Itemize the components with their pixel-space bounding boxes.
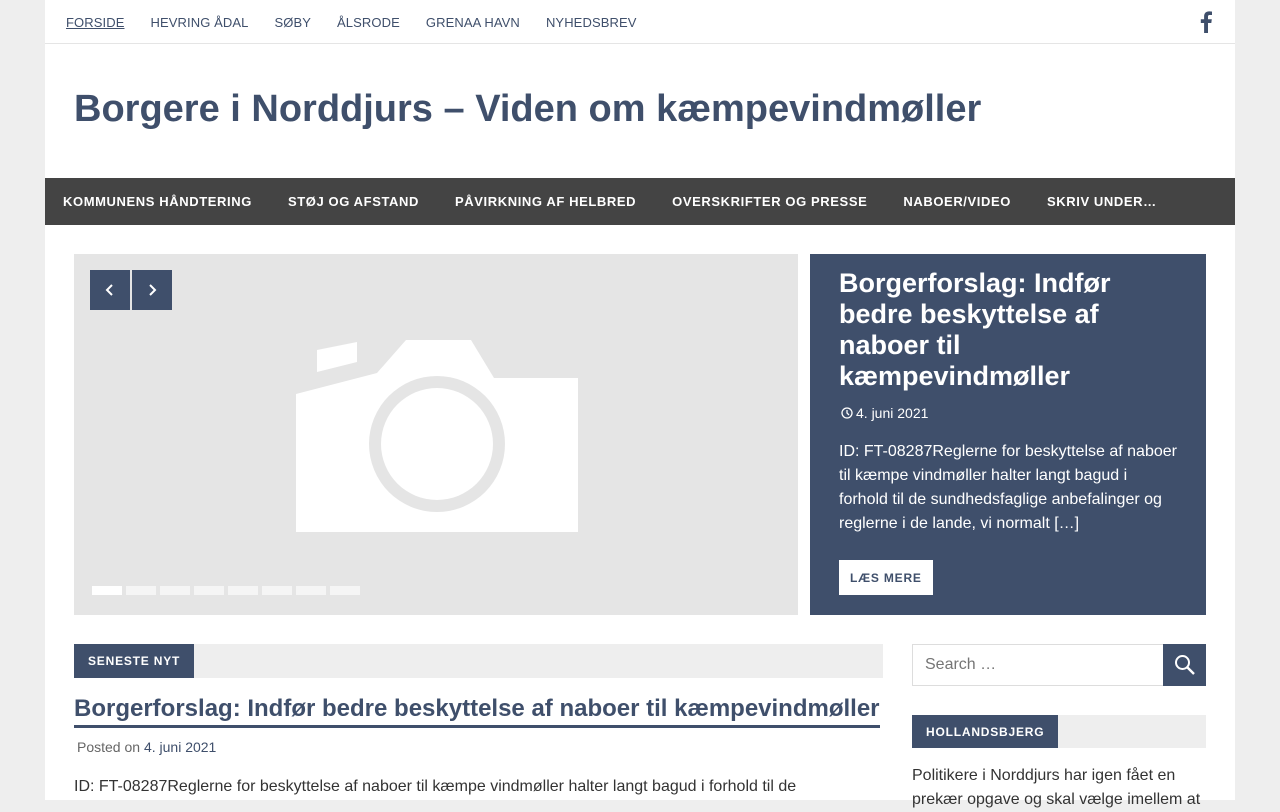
- main-navigation: Kommunens håndtering Støj og afstand Påv…: [45, 178, 1235, 225]
- slide-content: Borgerforslag: Indfør bedre beskyttelse …: [810, 254, 1206, 615]
- topnav-item-soby[interactable]: Søby: [275, 15, 312, 30]
- search-form: [912, 644, 1206, 686]
- posted-on-label: Posted on: [77, 739, 141, 755]
- slider-dot[interactable]: [126, 586, 156, 595]
- page: Forside Hevring Ådal Søby Ålsrode Grenaa…: [45, 0, 1235, 808]
- site-title[interactable]: Borgere i Norddjurs – Viden om kæmpevind…: [74, 88, 981, 131]
- slide-date: 4. juni 2021: [841, 405, 928, 421]
- featured-slider: Borgerforslag: Indfør bedre beskyttelse …: [74, 254, 1206, 615]
- camera-placeholder-icon: [296, 340, 578, 532]
- slider-prev-button[interactable]: [90, 270, 130, 310]
- topnav-item-hevring-adal[interactable]: Hevring Ådal: [150, 15, 248, 30]
- post-date-link[interactable]: 4. juni 2021: [144, 739, 216, 755]
- post-title[interactable]: Borgerforslag: Indfør bedre beskyttelse …: [74, 695, 880, 728]
- slider-dot[interactable]: [262, 586, 292, 595]
- topnav-item-alsrode[interactable]: Ålsrode: [337, 15, 400, 30]
- widget-header: Hollandsbjerg: [912, 715, 1206, 748]
- slider-pagination: [92, 586, 364, 595]
- post-excerpt: ID: FT-08287Reglerne for beskyttelse af …: [74, 778, 797, 795]
- mainnav-item-skriv-under[interactable]: Skriv under…: [1029, 194, 1175, 209]
- widget-label: Hollandsbjerg: [912, 715, 1059, 748]
- slider-dot[interactable]: [160, 586, 190, 595]
- top-bar: Forside Hevring Ådal Søby Ålsrode Grenaa…: [45, 0, 1235, 44]
- search-icon: [1175, 655, 1195, 675]
- mainnav-item-naboer-video[interactable]: Naboer/video: [885, 194, 1029, 209]
- mainnav-item-kommunens-handtering[interactable]: Kommunens håndtering: [45, 194, 270, 209]
- slide-image[interactable]: [74, 254, 798, 615]
- mainnav-item-pavirkning-af-helbred[interactable]: Påvirkning af helbred: [437, 194, 654, 209]
- topnav-item-forside[interactable]: Forside: [66, 15, 124, 30]
- clock-icon: [841, 407, 853, 419]
- search-input[interactable]: [912, 644, 1164, 686]
- latest-news-label: Seneste nyt: [74, 644, 195, 678]
- facebook-icon[interactable]: [1199, 11, 1213, 33]
- search-button[interactable]: [1163, 644, 1206, 686]
- slider-dot[interactable]: [296, 586, 326, 595]
- slide-title[interactable]: Borgerforslag: Indfør bedre beskyttelse …: [839, 268, 1169, 392]
- post-meta: Posted on 4. juni 2021: [77, 739, 216, 755]
- latest-news-header: Seneste nyt: [74, 644, 883, 678]
- slide-excerpt: ID: FT-08287Reglerne for beskyttelse af …: [839, 443, 1177, 532]
- mainnav-item-overskrifter-og-presse[interactable]: Overskrifter og presse: [654, 194, 885, 209]
- slider-dot[interactable]: [194, 586, 224, 595]
- topnav-item-nyhedsbrev[interactable]: Nyhedsbrev: [546, 15, 637, 30]
- slider-dot[interactable]: [330, 586, 360, 595]
- topnav-item-grenaa-havn[interactable]: Grenaa Havn: [426, 15, 520, 30]
- slider-next-button[interactable]: [132, 270, 172, 310]
- slider-dot[interactable]: [228, 586, 258, 595]
- read-more-button[interactable]: Læs mere: [839, 560, 933, 595]
- top-navigation: Forside Hevring Ådal Søby Ålsrode Grenaa…: [66, 0, 663, 44]
- widget-text: Politikere i Norddjurs har igen fået en …: [912, 767, 1201, 808]
- slider-dot[interactable]: [92, 586, 122, 595]
- chevron-right-icon: [149, 284, 157, 296]
- slide-date-text[interactable]: 4. juni 2021: [856, 405, 928, 421]
- mainnav-item-stoj-og-afstand[interactable]: Støj og afstand: [270, 194, 437, 209]
- chevron-left-icon: [105, 284, 113, 296]
